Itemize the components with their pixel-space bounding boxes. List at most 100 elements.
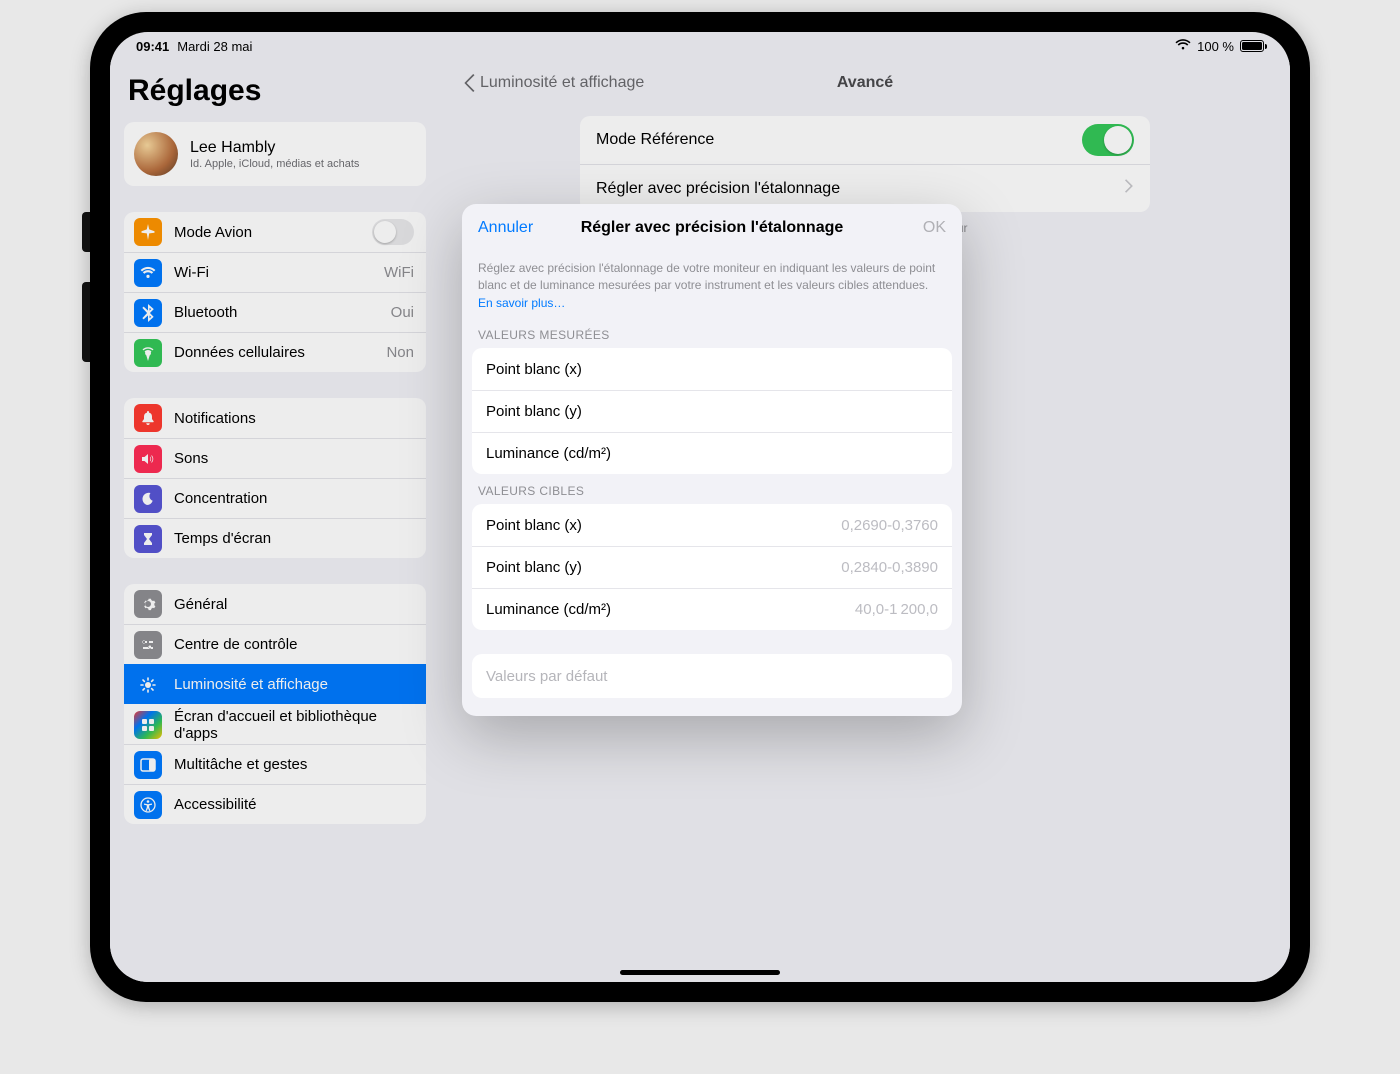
measured-lum-label: Luminance (cd/m²) bbox=[486, 445, 611, 462]
target-wp-y-placeholder: 0,2840-0,3890 bbox=[841, 559, 938, 576]
detail-navbar: Luminosité et affichage Avancé bbox=[440, 60, 1290, 106]
apple-id-card[interactable]: Lee Hambly Id. Apple, iCloud, médias et … bbox=[124, 122, 426, 186]
sidebar-item-screentime[interactable]: Temps d'écran bbox=[124, 518, 426, 558]
wifi-value: WiFi bbox=[384, 264, 414, 281]
sidebar-item-accessibility[interactable]: Accessibilité bbox=[124, 784, 426, 824]
target-wp-x[interactable]: Point blanc (x) 0,2690-0,3760 bbox=[472, 504, 952, 546]
modal-desc-text: Réglez avec précision l'étalonnage de vo… bbox=[478, 261, 935, 292]
fine-tune-label: Régler avec précision l'étalonnage bbox=[596, 180, 840, 198]
status-time: 09:41 bbox=[136, 39, 169, 54]
target-wp-x-placeholder: 0,2690-0,3760 bbox=[841, 517, 938, 534]
moon-icon bbox=[134, 485, 162, 513]
sidebar-item-multitask[interactable]: Multitâche et gestes bbox=[124, 744, 426, 784]
settings-sidebar: Réglages Lee Hambly Id. Apple, iCloud, m… bbox=[110, 60, 440, 982]
measured-wp-x[interactable]: Point blanc (x) bbox=[472, 348, 952, 390]
focus-label: Concentration bbox=[174, 490, 414, 507]
target-luminance[interactable]: Luminance (cd/m²) 40,0-1 200,0 bbox=[472, 588, 952, 630]
bluetooth-icon bbox=[134, 299, 162, 327]
target-wp-x-label: Point blanc (x) bbox=[486, 517, 582, 534]
connectivity-group: Mode Avion Wi-Fi WiFi Blu bbox=[124, 212, 426, 372]
hourglass-icon bbox=[134, 525, 162, 553]
account-name: Lee Hambly bbox=[190, 139, 359, 157]
wifi-settings-icon bbox=[134, 259, 162, 287]
cellular-label: Données cellulaires bbox=[174, 344, 386, 361]
display-label: Luminosité et affichage bbox=[174, 676, 414, 693]
attention-group: Notifications Sons Concentration bbox=[124, 398, 426, 558]
wifi-label: Wi-Fi bbox=[174, 264, 384, 281]
calibration-modal: Annuler Régler avec précision l'étalonna… bbox=[462, 204, 962, 716]
target-wp-y[interactable]: Point blanc (y) 0,2840-0,3890 bbox=[472, 546, 952, 588]
apps-grid-icon bbox=[134, 711, 162, 739]
reference-mode-label: Mode Référence bbox=[596, 131, 714, 149]
multitask-label: Multitâche et gestes bbox=[174, 756, 414, 773]
defaults-button[interactable]: Valeurs par défaut bbox=[472, 654, 952, 698]
target-wp-y-label: Point blanc (y) bbox=[486, 559, 582, 576]
wifi-icon bbox=[1175, 39, 1191, 54]
ipad-frame: 09:41 Mardi 28 mai 100 % Réglages Lee Ha… bbox=[90, 12, 1310, 1002]
home-label: Écran d'accueil et bibliothèque d'apps bbox=[174, 708, 414, 742]
sidebar-item-bluetooth[interactable]: Bluetooth Oui bbox=[124, 292, 426, 332]
sidebar-item-focus[interactable]: Concentration bbox=[124, 478, 426, 518]
learn-more-link[interactable]: En savoir plus… bbox=[478, 296, 565, 310]
cellular-icon bbox=[134, 339, 162, 367]
target-lum-placeholder: 40,0-1 200,0 bbox=[855, 601, 938, 618]
measured-wp-x-label: Point blanc (x) bbox=[486, 361, 582, 378]
target-header: VALEURS CIBLES bbox=[462, 474, 962, 504]
battery-percent: 100 % bbox=[1197, 39, 1234, 54]
detail-title: Avancé bbox=[440, 74, 1290, 92]
cancel-button[interactable]: Annuler bbox=[478, 219, 533, 237]
notifications-label: Notifications bbox=[174, 410, 414, 427]
sidebar-item-wifi[interactable]: Wi-Fi WiFi bbox=[124, 252, 426, 292]
sidebar-item-sounds[interactable]: Sons bbox=[124, 438, 426, 478]
bluetooth-value: Oui bbox=[391, 304, 414, 321]
modal-description: Réglez avec précision l'étalonnage de vo… bbox=[462, 252, 962, 318]
defaults-label: Valeurs par défaut bbox=[486, 668, 607, 685]
target-group: Point blanc (x) 0,2690-0,3760 Point blan… bbox=[472, 504, 952, 630]
sidebar-item-notifications[interactable]: Notifications bbox=[124, 398, 426, 438]
airplane-icon bbox=[134, 218, 162, 246]
page-title: Réglages bbox=[128, 74, 426, 108]
sidebar-item-display[interactable]: Luminosité et affichage bbox=[124, 664, 426, 704]
sidebar-item-control-center[interactable]: Centre de contrôle bbox=[124, 624, 426, 664]
ok-button[interactable]: OK bbox=[923, 219, 946, 237]
avatar bbox=[134, 132, 178, 176]
screen: 09:41 Mardi 28 mai 100 % Réglages Lee Ha… bbox=[110, 32, 1290, 982]
battery-icon bbox=[1240, 40, 1264, 52]
home-indicator[interactable] bbox=[620, 970, 780, 975]
reference-mode-panel: Mode Référence Régler avec précision l'é… bbox=[580, 116, 1150, 212]
measured-group: Point blanc (x) Point blanc (y) Luminanc… bbox=[472, 348, 952, 474]
measured-wp-y[interactable]: Point blanc (y) bbox=[472, 390, 952, 432]
chevron-right-icon bbox=[1125, 179, 1134, 198]
bell-icon bbox=[134, 404, 162, 432]
cellular-value: Non bbox=[386, 344, 414, 361]
sidebar-item-general[interactable]: Général bbox=[124, 584, 426, 624]
modal-title: Régler avec précision l'étalonnage bbox=[462, 219, 962, 237]
sounds-label: Sons bbox=[174, 450, 414, 467]
airplane-toggle[interactable] bbox=[372, 219, 414, 245]
row-reference-mode: Mode Référence bbox=[580, 116, 1150, 164]
status-date: Mardi 28 mai bbox=[177, 39, 252, 54]
gear-icon bbox=[134, 590, 162, 618]
sidebar-item-cellular[interactable]: Données cellulaires Non bbox=[124, 332, 426, 372]
accessibility-icon bbox=[134, 791, 162, 819]
screentime-label: Temps d'écran bbox=[174, 530, 414, 547]
measured-wp-y-label: Point blanc (y) bbox=[486, 403, 582, 420]
measured-luminance[interactable]: Luminance (cd/m²) bbox=[472, 432, 952, 474]
general-label: Général bbox=[174, 596, 414, 613]
sliders-icon bbox=[134, 631, 162, 659]
speaker-icon bbox=[134, 445, 162, 473]
target-lum-label: Luminance (cd/m²) bbox=[486, 601, 611, 618]
sidebar-item-airplane[interactable]: Mode Avion bbox=[124, 212, 426, 252]
modal-header: Annuler Régler avec précision l'étalonna… bbox=[462, 204, 962, 252]
measured-header: VALEURS MESURÉES bbox=[462, 318, 962, 348]
airplane-label: Mode Avion bbox=[174, 224, 372, 241]
bluetooth-label: Bluetooth bbox=[174, 304, 391, 321]
reference-mode-toggle[interactable] bbox=[1082, 124, 1134, 156]
account-subtitle: Id. Apple, iCloud, médias et achats bbox=[190, 158, 359, 170]
system-group: Général Centre de contrôle Luminosité et… bbox=[124, 584, 426, 824]
accessibility-label: Accessibilité bbox=[174, 796, 414, 813]
sidebar-item-homescreen[interactable]: Écran d'accueil et bibliothèque d'apps bbox=[124, 704, 426, 744]
control-label: Centre de contrôle bbox=[174, 636, 414, 653]
multitask-icon bbox=[134, 751, 162, 779]
status-bar: 09:41 Mardi 28 mai 100 % bbox=[110, 32, 1290, 60]
